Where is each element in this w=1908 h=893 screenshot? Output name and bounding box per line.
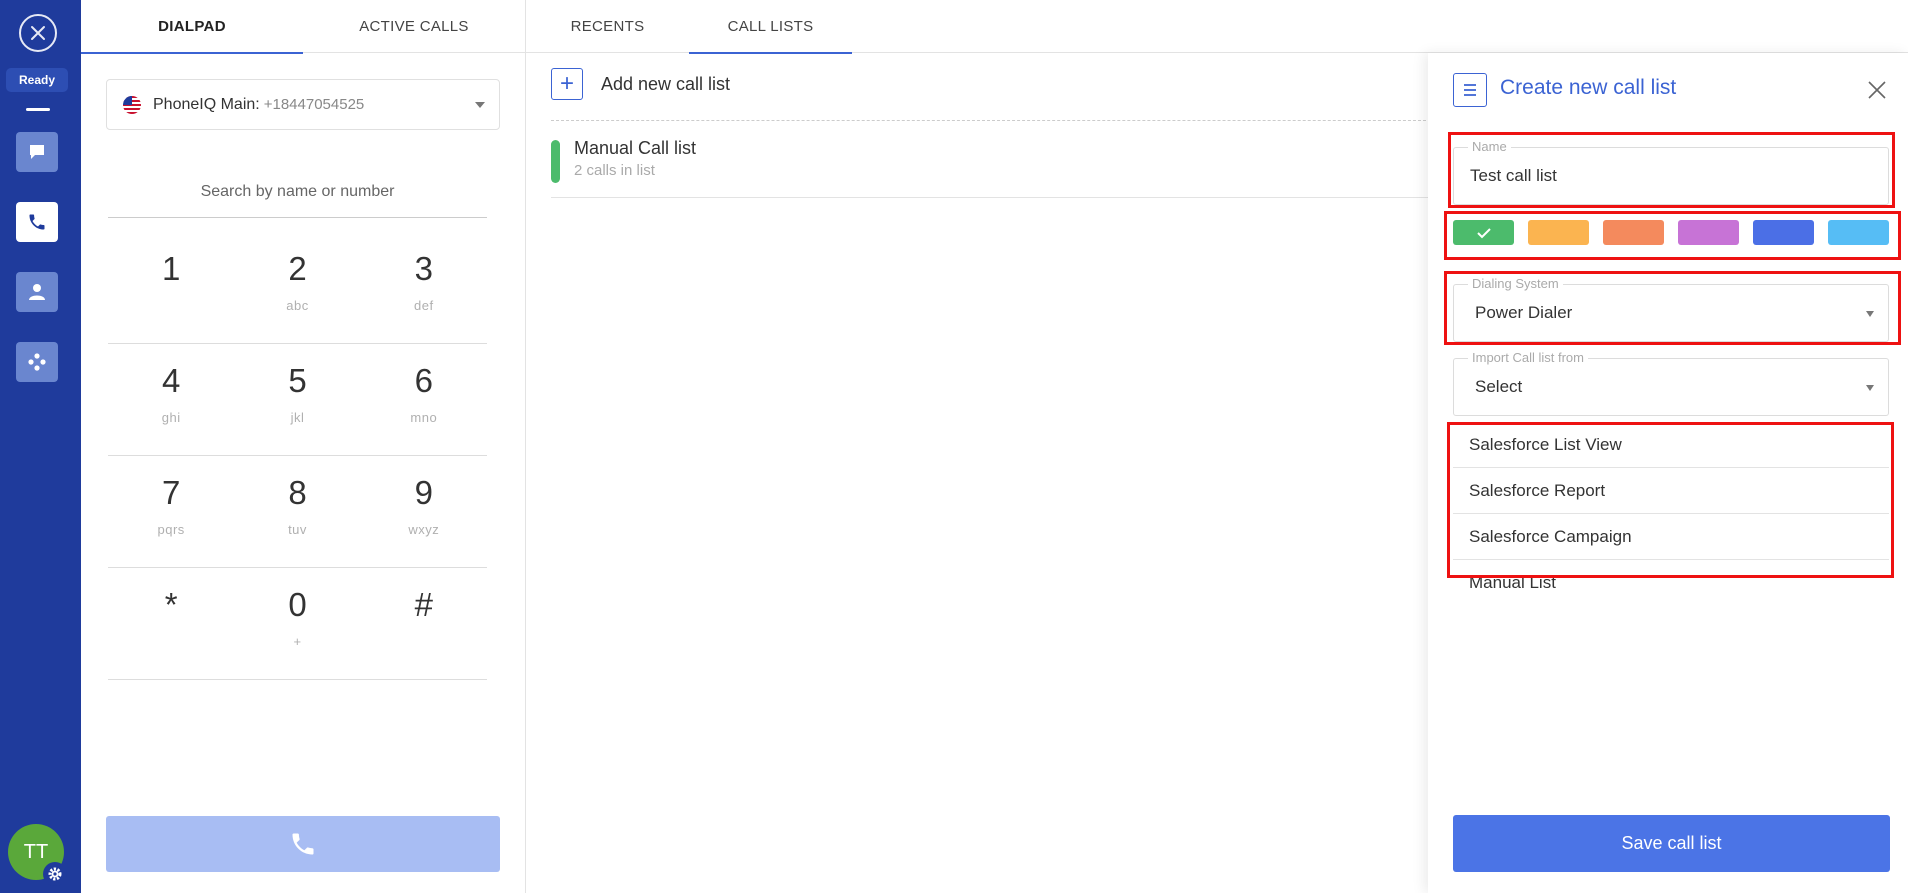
add-call-list-button[interactable]: + Add new call list	[551, 68, 730, 100]
nav-contacts[interactable]	[16, 272, 58, 312]
chat-icon	[30, 145, 44, 159]
line-number: +18447054525	[263, 96, 365, 113]
left-tab-bar: DIALPAD ACTIVE CALLS	[81, 0, 526, 54]
search-input[interactable]: Search by name or number	[108, 170, 487, 218]
drawer-title: Create new call list	[1500, 76, 1677, 99]
key-4[interactable]: 4 ghi	[108, 344, 234, 455]
save-call-list-button[interactable]: Save call list	[1453, 815, 1890, 872]
key-8[interactable]: 8 tuv	[234, 456, 360, 567]
keypad: 1 2 abc 3 def 4 ghi 5 jkl 6 mno 7 pqrs 8 tuv 9w…	[108, 232, 487, 680]
apps-icon	[28, 353, 46, 371]
phone-icon	[292, 833, 314, 855]
menu-item-salesforce-list-view[interactable]: Salesforce List View	[1453, 422, 1889, 468]
tab-active-calls[interactable]: ACTIVE CALLS	[303, 0, 525, 53]
tab-call-lists[interactable]: CALL LISTS	[689, 0, 852, 54]
line-name: PhoneIQ Main:	[153, 95, 260, 113]
color-swatch-purple[interactable]	[1678, 220, 1739, 245]
tab-recents[interactable]: RECENTS	[526, 0, 689, 53]
divider	[551, 120, 1431, 121]
dialing-system-select[interactable]: Dialing System Power Dialer	[1453, 276, 1889, 342]
chevron-down-icon	[1866, 385, 1874, 391]
dialing-system-value: Power Dialer	[1475, 303, 1573, 322]
import-source-label: Import Call list from	[1468, 350, 1588, 365]
add-call-list-label: Add new call list	[601, 73, 731, 94]
color-swatch-orange[interactable]	[1603, 220, 1664, 245]
color-swatch-yellow[interactable]	[1528, 220, 1589, 245]
close-icon	[1868, 81, 1886, 99]
us-flag-icon	[123, 95, 141, 114]
nav-phone[interactable]	[16, 202, 58, 242]
dialing-system-label: Dialing System	[1468, 276, 1563, 291]
nav-messages[interactable]	[16, 132, 58, 172]
rail-divider	[26, 108, 50, 111]
name-field[interactable]: Name Test call list	[1453, 139, 1889, 205]
menu-item-manual-list[interactable]: Manual List	[1453, 560, 1889, 606]
close-icon	[31, 26, 45, 40]
key-star[interactable]: *	[108, 568, 234, 679]
import-source-menu: Salesforce List View Salesforce Report S…	[1453, 422, 1889, 606]
key-9[interactable]: 9 wxyz	[361, 456, 487, 567]
color-swatch-light-blue[interactable]	[1828, 220, 1889, 245]
call-lists-panel: RECENTS CALL LISTS + Add new call list M…	[526, 0, 1908, 893]
gear-icon	[48, 867, 62, 881]
create-call-list-drawer: Create new call list Name Test call list…	[1428, 53, 1908, 893]
name-label: Name	[1468, 139, 1511, 154]
line-selector[interactable]: PhoneIQ Main: +18447054525	[106, 79, 500, 130]
status-badge[interactable]: Ready	[6, 68, 68, 92]
tab-dialpad[interactable]: DIALPAD	[81, 0, 303, 54]
color-swatch-blue[interactable]	[1753, 220, 1814, 245]
list-title: Manual Call list	[574, 138, 697, 158]
key-0[interactable]: 0 +	[234, 568, 360, 679]
list-color-indicator	[551, 140, 560, 183]
call-button[interactable]	[106, 816, 500, 872]
close-button[interactable]	[19, 14, 57, 52]
chevron-down-icon	[1866, 311, 1874, 317]
key-5[interactable]: 5 jkl	[234, 344, 360, 455]
color-picker	[1453, 220, 1889, 245]
settings-button[interactable]	[43, 862, 67, 886]
menu-button[interactable]	[1453, 73, 1487, 107]
plus-icon: +	[551, 68, 583, 100]
right-tab-bar: RECENTS CALL LISTS	[526, 0, 1908, 54]
key-2[interactable]: 2 abc	[234, 232, 360, 343]
left-rail: Ready TT	[0, 0, 81, 893]
key-3[interactable]: 3 def	[361, 232, 487, 343]
import-source-value: Select	[1475, 377, 1523, 396]
key-7[interactable]: 7 pqrs	[108, 456, 234, 567]
list-subtitle: 2 calls in list	[574, 162, 655, 179]
key-hash[interactable]: #	[361, 568, 487, 679]
phone-icon	[29, 214, 45, 230]
person-icon	[29, 284, 45, 300]
menu-icon	[1464, 84, 1476, 96]
import-source-select[interactable]: Import Call list from Select	[1453, 350, 1889, 416]
check-icon	[1476, 227, 1491, 238]
key-6[interactable]: 6 mno	[361, 344, 487, 455]
chevron-down-icon	[475, 102, 485, 108]
menu-item-salesforce-report[interactable]: Salesforce Report	[1453, 468, 1889, 514]
drawer-close-button[interactable]	[1864, 77, 1890, 103]
key-1[interactable]: 1	[108, 232, 234, 343]
color-swatch-green[interactable]	[1453, 220, 1514, 245]
list-item[interactable]: Manual Call list 2 calls in list	[551, 138, 1431, 198]
menu-item-salesforce-campaign[interactable]: Salesforce Campaign	[1453, 514, 1889, 560]
nav-integrations[interactable]	[16, 342, 58, 382]
name-value: Test call list	[1470, 166, 1557, 185]
dialpad-panel: DIALPAD ACTIVE CALLS PhoneIQ Main: +1844…	[81, 0, 526, 893]
